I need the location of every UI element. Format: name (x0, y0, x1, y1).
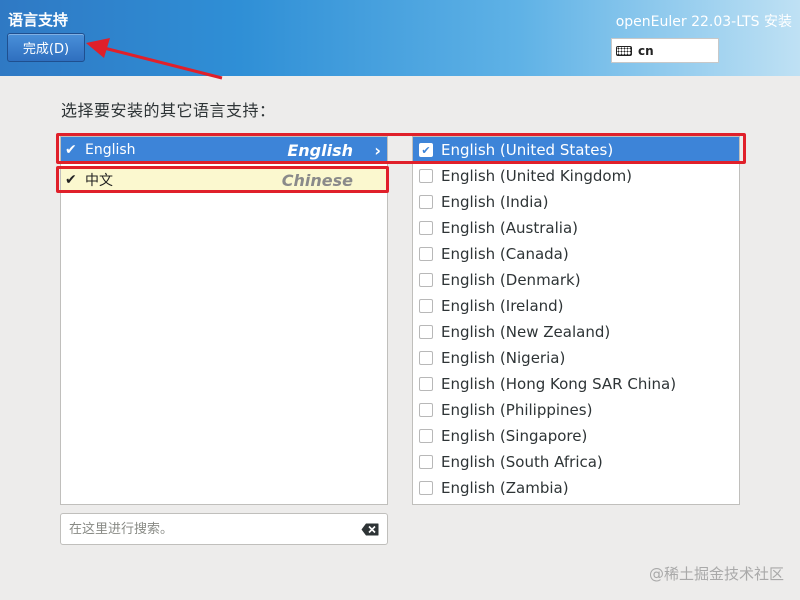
locale-item[interactable]: English (South Africa) (413, 449, 739, 475)
locale-checkbox[interactable] (419, 195, 433, 209)
locale-label: English (India) (441, 193, 549, 211)
locale-checkbox[interactable] (419, 169, 433, 183)
locale-checkbox[interactable] (419, 299, 433, 313)
locale-label: English (Zambia) (441, 479, 569, 497)
language-prompt: 选择要安装的其它语言支持： (61, 101, 276, 120)
language-english-name: Chinese (281, 170, 353, 190)
language-item-chinese[interactable]: ✔ 中文 Chinese (61, 167, 387, 193)
locale-label: English (United Kingdom) (441, 167, 633, 185)
locale-item[interactable]: English (Ireland) (413, 293, 739, 319)
locale-label: English (Philippines) (441, 401, 593, 419)
checkmark-icon: ✔ (65, 142, 77, 158)
locale-item[interactable]: English (United Kingdom) (413, 163, 739, 189)
chevron-right-icon: › (374, 141, 381, 160)
locale-checkbox[interactable] (419, 377, 433, 391)
locale-checkbox[interactable] (419, 429, 433, 443)
locale-checkbox[interactable] (419, 221, 433, 235)
locale-checkbox[interactable] (419, 351, 433, 365)
locale-item[interactable]: ✔ English (United States) (413, 137, 739, 163)
done-button[interactable]: 完成(D) (7, 33, 85, 62)
locale-list: ✔ English (United States) English (Unite… (412, 136, 740, 505)
locale-item[interactable]: English (Australia) (413, 215, 739, 241)
locale-checkbox[interactable] (419, 273, 433, 287)
locale-checkbox[interactable] (419, 455, 433, 469)
locale-label: English (Australia) (441, 219, 578, 237)
locale-label: English (Singapore) (441, 427, 588, 445)
locale-label: English (Canada) (441, 245, 569, 263)
locale-item[interactable]: English (New Zealand) (413, 319, 739, 345)
product-title: openEuler 22.03-LTS 安装 (615, 14, 792, 30)
locale-item[interactable]: English (Nigeria) (413, 345, 739, 371)
locale-label: English (Ireland) (441, 297, 564, 315)
header-bar: 语言支持 完成(D) openEuler 22.03-LTS 安装 cn (0, 0, 800, 76)
keyboard-layout-indicator[interactable]: cn (611, 38, 719, 63)
language-native-name: English (85, 142, 136, 158)
locale-label: English (United States) (441, 141, 614, 159)
locale-checkbox[interactable] (419, 481, 433, 495)
clear-search-icon[interactable] (361, 523, 379, 536)
locale-checkbox[interactable] (419, 247, 433, 261)
locale-item[interactable]: English (Canada) (413, 241, 739, 267)
page-title: 语言支持 (8, 11, 69, 29)
language-list: ✔ English English › ✔ 中文 Chinese (60, 136, 388, 505)
language-native-name: 中文 (85, 173, 113, 189)
language-search (60, 513, 388, 545)
keyboard-icon (616, 45, 632, 56)
keyboard-layout-label: cn (638, 43, 654, 58)
locale-item[interactable]: English (Philippines) (413, 397, 739, 423)
locale-checkbox[interactable]: ✔ (419, 143, 433, 157)
locale-label: English (Nigeria) (441, 349, 566, 367)
locale-label: English (Denmark) (441, 271, 581, 289)
locale-label: English (Hong Kong SAR China) (441, 375, 677, 393)
locale-item[interactable]: English (India) (413, 189, 739, 215)
locale-item[interactable]: English (Denmark) (413, 267, 739, 293)
checkmark-icon: ✔ (65, 172, 77, 188)
locale-item[interactable]: English (Zambia) (413, 475, 739, 501)
locale-checkbox[interactable] (419, 325, 433, 339)
search-input[interactable] (61, 514, 351, 544)
locale-item[interactable]: English (Hong Kong SAR China) (413, 371, 739, 397)
locale-checkbox[interactable] (419, 403, 433, 417)
locale-item[interactable]: English (Singapore) (413, 423, 739, 449)
locale-label: English (New Zealand) (441, 323, 611, 341)
watermark: @稀土掘金技术社区 (648, 565, 784, 583)
locale-label: English (South Africa) (441, 453, 603, 471)
language-item-english[interactable]: ✔ English English › (61, 137, 387, 163)
language-english-name: English (287, 140, 353, 160)
